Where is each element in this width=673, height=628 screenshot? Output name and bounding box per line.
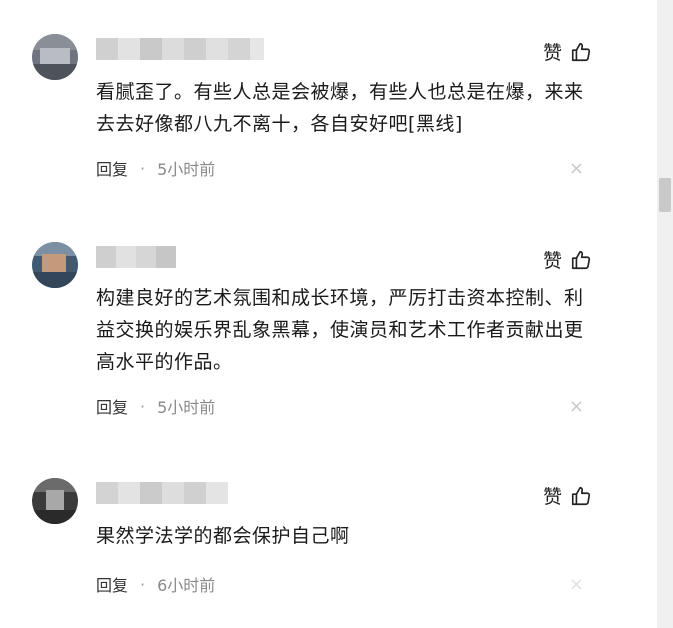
avatar[interactable] xyxy=(32,242,78,288)
comment-feed: 赞 看腻歪了。有些人总是会被爆，有些人也总是在爆，来来去去好像都八九不离十，各自… xyxy=(0,0,660,628)
avatar[interactable] xyxy=(32,34,78,80)
thumbs-up-icon xyxy=(571,250,591,269)
timestamp: 5小时前 xyxy=(157,398,216,417)
comment-text: 果然学法学的都会保护自己啊 xyxy=(96,525,350,547)
username-blurred[interactable] xyxy=(96,246,176,268)
reply-button[interactable]: 回复 xyxy=(96,156,128,180)
scrollbar[interactable] xyxy=(657,0,673,628)
thumbs-up-icon xyxy=(571,42,591,61)
close-icon[interactable]: × xyxy=(569,160,584,178)
username-blurred[interactable] xyxy=(96,482,228,504)
like-label: 赞 xyxy=(542,486,562,508)
comment-meta: 回复 · 5小时前 xyxy=(96,156,215,180)
comment-meta: 回复 · 6小时前 xyxy=(96,572,215,596)
separator-dot: · xyxy=(140,158,146,178)
timestamp: 6小时前 xyxy=(157,576,216,595)
reply-button[interactable]: 回复 xyxy=(96,394,128,418)
like-label: 赞 xyxy=(542,250,562,272)
thumbs-up-icon xyxy=(571,486,591,505)
separator-dot: · xyxy=(140,396,146,416)
close-icon[interactable]: × xyxy=(569,398,584,416)
comment-text: 构建良好的艺术氛围和成长环境，严厉打击资本控制、利益交换的娱乐界乱象黑幕，使演员… xyxy=(96,287,584,373)
avatar[interactable] xyxy=(32,478,78,524)
like-button[interactable]: 赞 xyxy=(543,38,592,65)
comment-meta: 回复 · 5小时前 xyxy=(96,394,215,418)
like-button[interactable]: 赞 xyxy=(543,246,592,273)
reply-button[interactable]: 回复 xyxy=(96,572,128,596)
username-blurred[interactable] xyxy=(96,38,264,60)
timestamp: 5小时前 xyxy=(157,160,216,179)
close-icon[interactable]: × xyxy=(569,576,584,594)
separator-dot: · xyxy=(140,574,146,594)
comment-text: 看腻歪了。有些人总是会被爆，有些人也总是在爆，来来去去好像都八九不离十，各自安好… xyxy=(96,81,584,135)
scrollbar-thumb[interactable] xyxy=(659,178,671,212)
like-button[interactable]: 赞 xyxy=(543,482,592,509)
like-label: 赞 xyxy=(542,42,562,64)
